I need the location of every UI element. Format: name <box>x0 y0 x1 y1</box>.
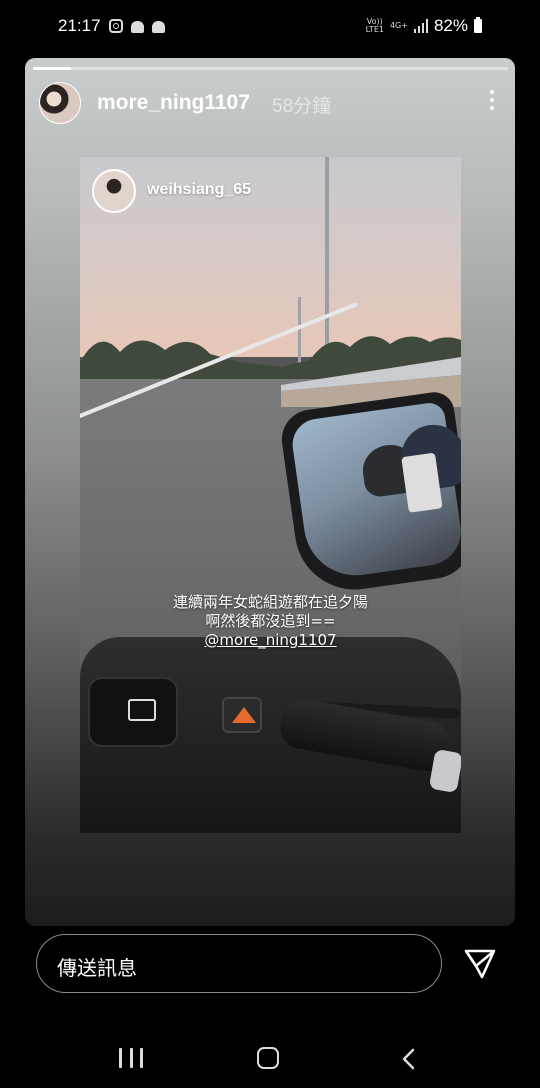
shared-post-caption: 連續兩年女蛇組遊都在追夕陽 啊然後都沒追到== @more_ning1107 <box>80 593 461 650</box>
recent-apps-icon[interactable] <box>119 1048 143 1070</box>
story-progress-bar <box>33 67 508 70</box>
story-timestamp: 58分鐘 <box>272 96 332 117</box>
story-card[interactable]: more_ning1107 58分鐘 weihsiang_65 連續兩年女蛇組遊… <box>25 58 515 926</box>
android-icon <box>151 21 165 33</box>
more-vertical-icon[interactable] <box>489 90 495 112</box>
status-time: 21:17 <box>58 16 101 35</box>
shared-post-media[interactable]: weihsiang_65 連續兩年女蛇組遊都在追夕陽 啊然後都沒追到== @mo… <box>80 157 461 833</box>
avatar[interactable] <box>39 82 81 124</box>
send-icon[interactable] <box>463 946 497 980</box>
reply-input[interactable]: 傳送訊息 <box>36 934 442 993</box>
status-left: 21:17 <box>58 16 165 36</box>
system-nav-bar <box>0 1030 540 1088</box>
signal-icon <box>413 19 428 33</box>
caption-line-1: 連續兩年女蛇組遊都在追夕陽 <box>172 593 368 611</box>
shared-post-username[interactable]: weihsiang_65 <box>147 181 251 199</box>
hazard-button <box>222 697 262 733</box>
instagram-icon <box>108 19 123 33</box>
reply-placeholder: 傳送訊息 <box>57 956 137 980</box>
battery-icon <box>474 17 482 33</box>
story-header: more_ning1107 58分鐘 <box>39 82 501 124</box>
volte-bottom: LTE1 <box>365 25 384 34</box>
speedometer <box>88 677 178 747</box>
status-bar: 21:17 Vo)) LTE1 4G+ 82% <box>0 0 540 56</box>
android-icon <box>130 21 144 33</box>
story-progress-fill <box>33 67 71 70</box>
back-icon[interactable] <box>398 1048 420 1070</box>
shared-post-avatar[interactable] <box>92 169 136 213</box>
story-username[interactable]: more_ning1107 <box>97 91 250 115</box>
status-right: Vo)) LTE1 4G+ 82% <box>366 16 482 36</box>
home-icon[interactable] <box>257 1047 279 1069</box>
network-gen: 4G+ <box>389 21 408 30</box>
battery-percent: 82% <box>433 16 468 35</box>
handlebar-end <box>428 748 461 794</box>
caption-mention[interactable]: @more_ning1107 <box>80 631 461 650</box>
caption-line-2: 啊然後都沒追到== <box>205 612 336 630</box>
volte-indicator: Vo)) LTE1 <box>366 18 384 34</box>
